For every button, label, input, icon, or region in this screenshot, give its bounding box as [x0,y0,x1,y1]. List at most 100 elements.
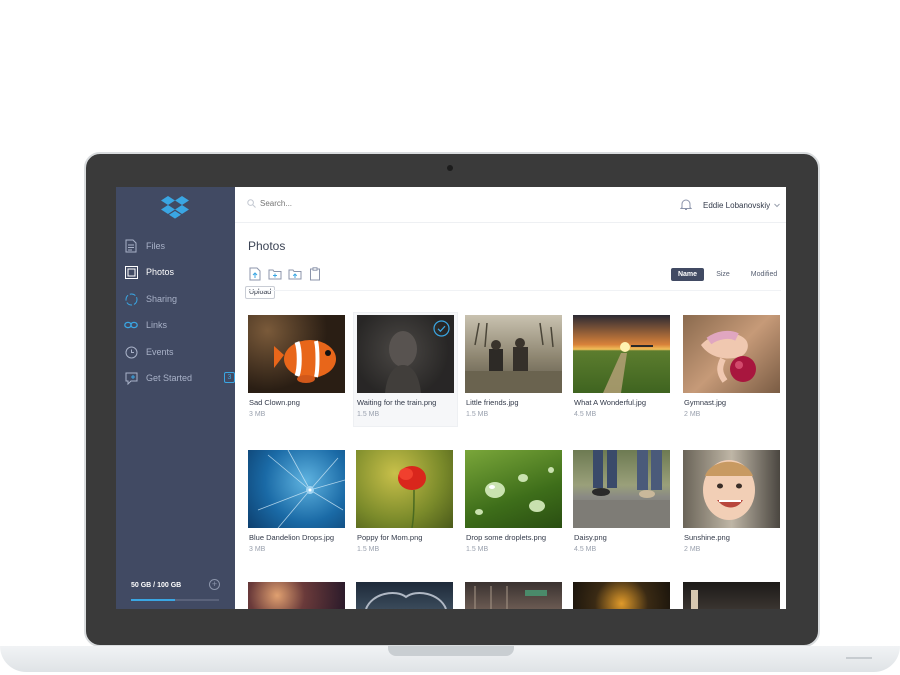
sidebar-item-label: Get Started [146,373,193,383]
photo-thumbnail [248,582,345,609]
photo-thumbnail [465,582,562,609]
sharing-icon [124,292,138,306]
photo-card[interactable]: Poppy for Mom.png 1.5 MB [356,450,454,564]
photo-name: Waiting for the train.png [357,398,437,407]
sidebar-item-files[interactable]: Files [124,237,230,255]
laptop-slot [846,657,872,659]
sidebar-item-label: Links [146,320,168,330]
photo-thumbnail [356,450,453,528]
page-title: Photos [248,239,286,253]
photo-card[interactable]: Sunshine.png 2 MB [683,450,781,564]
smiling-child-image [703,460,755,520]
photo-card[interactable] [356,582,454,609]
sidebar-item-photos[interactable]: Photos [124,263,230,281]
sidebar-item-get-started[interactable]: Get Started 3 [124,369,235,387]
photo-name: Drop some droplets.png [466,533,547,542]
storage-progress-bar [131,599,219,601]
blue-dandelion-image [257,450,345,528]
new-folder-icon[interactable] [268,267,282,281]
divider [248,290,781,291]
gymnast-image [701,330,756,383]
upload-folder-icon[interactable] [288,267,302,281]
sort-by-modified-button[interactable]: Modified [746,268,782,281]
photo-name: Gymnast.jpg [684,398,727,407]
sidebar-item-label: Photos [146,267,175,277]
upload-icon[interactable] [248,267,262,281]
clock-icon [124,345,138,359]
photo-size: 1.5 MB [357,546,380,553]
sort-by-size-button[interactable]: Size [710,268,736,281]
chevron-down-icon[interactable] [773,201,781,209]
droplets-image [475,467,554,515]
photo-card[interactable] [573,582,671,609]
sidebar-item-label: Sharing [146,294,178,304]
sidebar-item-label: Events [146,347,174,357]
photo-size: 4.5 MB [574,411,597,418]
photo-card[interactable]: Drop some droplets.png 1.5 MB [465,450,563,564]
add-storage-button[interactable]: + [209,579,220,590]
sort-by-name-button[interactable]: Name [671,268,704,281]
photo-name: Poppy for Mom.png [357,533,423,542]
notification-badge: 3 [224,372,235,383]
sunglasses-image [365,592,447,609]
sidebar-item-links[interactable]: Links [124,316,230,334]
clipboard-icon[interactable] [308,267,322,281]
photo-card[interactable]: What A Wonderful.jpg 4.5 MB [573,315,671,429]
upload-tooltip: Upload [245,286,276,299]
photo-thumbnail [248,315,345,393]
top-bar: Eddie Lobanovskiy [235,187,786,223]
bell-icon[interactable] [680,198,692,211]
photo-thumbnail [248,450,345,528]
check-circle-icon[interactable] [433,320,450,337]
feet-on-rock-image [573,450,670,528]
poppy-image [398,466,426,528]
photo-size: 1.5 MB [466,411,489,418]
photo-size: 3 MB [249,411,266,418]
photo-thumbnail [356,582,453,609]
photo-thumbnail [573,450,670,528]
photo-card[interactable]: Gymnast.jpg 2 MB [683,315,781,429]
photo-thumbnail [683,315,780,393]
photo-name: Blue Dandelion Drops.jpg [249,533,335,542]
street-image [474,586,547,609]
photo-size: 2 MB [684,411,701,418]
friends-image [465,322,562,393]
photo-size: 2 MB [684,546,701,553]
photo-card[interactable] [248,582,346,609]
photo-thumbnail [683,582,780,609]
storage-progress-fill [131,599,175,601]
sidebar: Files Photos Sharing Links Events Get St… [116,187,235,609]
photo-card[interactable] [465,582,563,609]
photo-card[interactable]: Sad Clown.png 3 MB [248,315,346,429]
photo-card[interactable] [683,582,781,609]
sidebar-item-events[interactable]: Events [124,343,230,361]
sidebar-item-label: Files [146,241,166,251]
clownfish-image [274,340,336,383]
get-started-icon [124,371,138,385]
search-input[interactable] [260,199,350,208]
photo-thumbnail [465,450,562,528]
app-screen: Files Photos Sharing Links Events Get St… [116,187,786,609]
laptop-notch [388,646,514,656]
photo-name: Sunshine.png [684,533,730,542]
photo-card[interactable]: Daisy.png 4.5 MB [573,450,671,564]
photo-thumbnail [573,582,670,609]
sidebar-item-sharing[interactable]: Sharing [124,290,230,308]
file-icon [124,239,138,253]
user-name[interactable]: Eddie Lobanovskiy [703,201,770,210]
search-box[interactable] [247,199,350,208]
photo-icon [124,265,138,279]
dropbox-logo[interactable] [161,195,189,219]
search-icon [247,199,256,208]
photo-name: What A Wonderful.jpg [574,398,646,407]
photo-thumbnail [573,315,670,393]
photo-card[interactable]: Little friends.jpg 1.5 MB [465,315,563,429]
camera-icon [447,165,453,171]
photo-size: 1.5 MB [357,411,380,418]
storage-label: 50 GB / 100 GB [131,582,182,589]
photo-card-selected[interactable]: Waiting for the train.png 1.5 MB [353,312,458,427]
link-icon [124,318,138,332]
photo-size: 4.5 MB [574,546,597,553]
photo-card[interactable]: Blue Dandelion Drops.jpg 3 MB [248,450,346,564]
bottle-image [691,590,698,609]
